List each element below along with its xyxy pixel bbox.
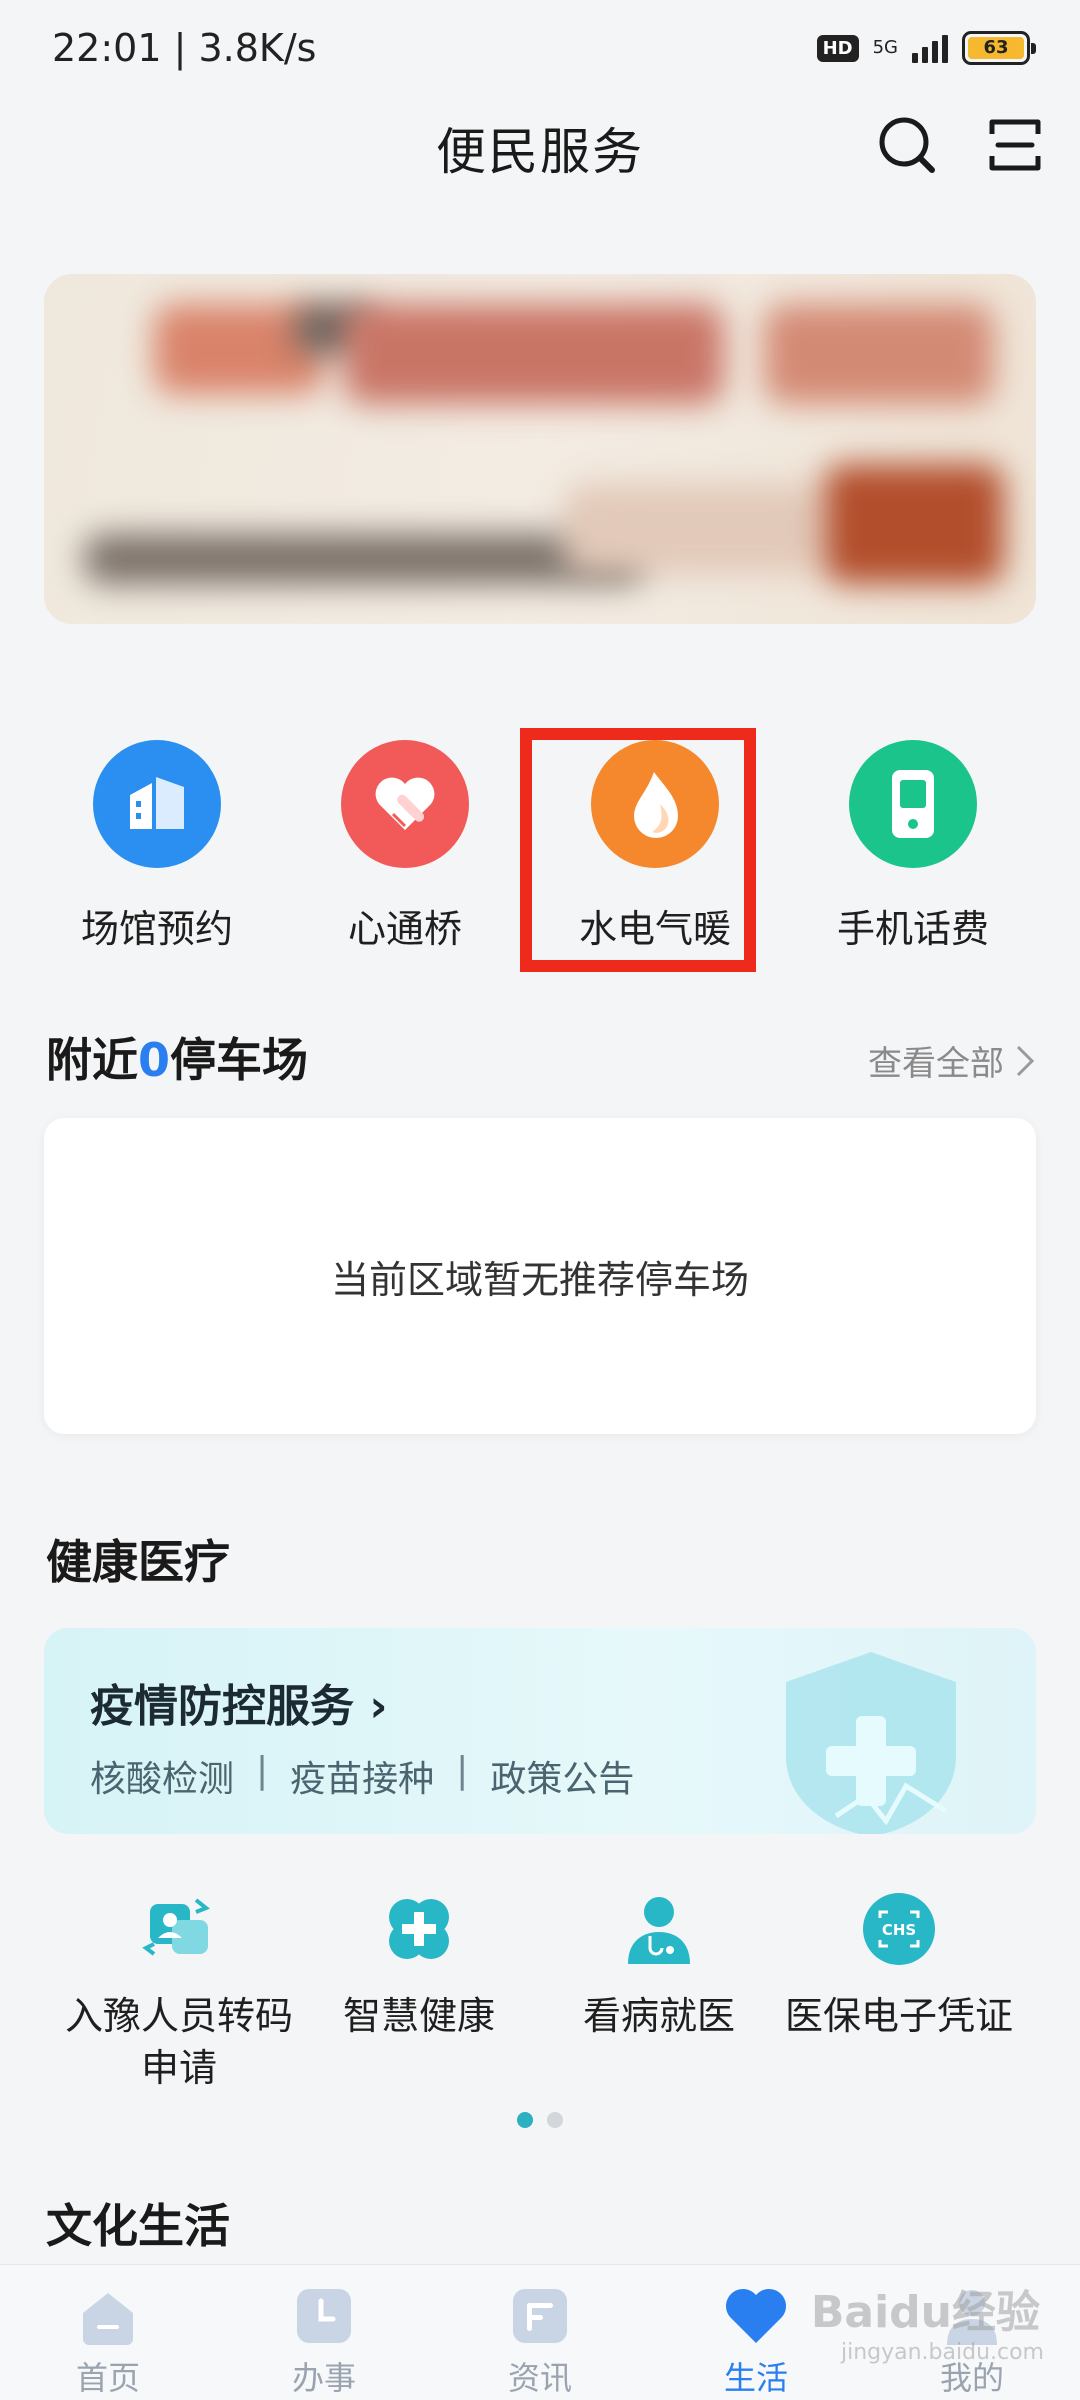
chs-icon: CHS	[860, 1890, 938, 1968]
scan-icon	[989, 119, 1041, 171]
service-venue-booking[interactable]: 场馆预约	[32, 730, 282, 960]
page-dot-active	[517, 2112, 533, 2128]
health-item-smart-health[interactable]: 智慧健康	[294, 1890, 544, 2042]
network-type: 5G	[872, 37, 898, 58]
service-label: 心通桥	[347, 907, 462, 951]
see-all-label: 查看全部	[868, 1044, 1004, 1084]
epidemic-title-text: 疫情防控服务	[90, 1681, 354, 1732]
parking-empty-text: 当前区域暂无推荐停车场	[330, 1257, 749, 1302]
search-icon	[879, 117, 935, 173]
link-vaccination[interactable]: 疫苗接种	[290, 1750, 434, 1802]
home-icon	[83, 2293, 133, 2345]
doctor-icon	[620, 1890, 698, 1968]
status-divider: |	[173, 26, 199, 70]
tab-label: 办事	[291, 2359, 356, 2397]
network-indicator: 5G	[873, 39, 898, 57]
search-button[interactable]	[872, 110, 942, 180]
health-section-title: 健康医疗	[46, 1535, 230, 1589]
parking-card: 当前区域暂无推荐停车场	[44, 1118, 1036, 1434]
banner-image-part	[84, 534, 644, 584]
chevron-right-icon	[1016, 1045, 1035, 1076]
health-services-grid: 入豫人员转码 申请 智慧健康 看病就医 CHS 医保电子凭证	[0, 1890, 1080, 2130]
parking-suffix: 停车场	[170, 1033, 309, 1087]
tab-news[interactable]: 资讯	[432, 2265, 648, 2400]
banner-image-part	[764, 304, 994, 404]
phone-icon	[849, 740, 977, 868]
signal-icon	[912, 33, 948, 63]
parking-count: 0	[138, 1033, 171, 1087]
news-icon	[513, 2289, 567, 2343]
service-label: 场馆预约	[80, 907, 233, 951]
health-item-label: 看病就医	[582, 1994, 735, 2038]
svg-text:CHS: CHS	[882, 1921, 916, 1939]
link-separator: |	[256, 1750, 269, 1791]
parking-prefix: 附近	[46, 1033, 138, 1087]
epidemic-card-title: 疫情防控服务 ›	[90, 1670, 387, 1734]
heart-bandage-icon	[341, 740, 469, 868]
health-item-label: 智慧健康	[342, 1994, 495, 2038]
health-item-label: 入豫人员转码 申请	[54, 1990, 304, 2094]
watermark-sub: jingyan.baidu.com	[840, 2340, 1044, 2365]
health-item-label-line1: 入豫人员转码	[64, 1994, 293, 2038]
heart-icon	[725, 2288, 787, 2343]
service-label: 手机话费	[836, 907, 989, 951]
health-item-label-line2: 申请	[140, 2046, 217, 2090]
building-icon	[93, 740, 221, 868]
page-indicator	[0, 2112, 1080, 2128]
service-heart-bridge[interactable]: 心通桥	[280, 730, 530, 960]
tab-label: 首页	[75, 2359, 140, 2397]
see-all-link[interactable]: 查看全部	[868, 1036, 1036, 1085]
banner-image-part	[564, 484, 824, 574]
link-policy[interactable]: 政策公告	[490, 1750, 634, 1802]
service-phone-bill[interactable]: 手机话费	[788, 730, 1038, 960]
epidemic-card[interactable]: 疫情防控服务 › 核酸检测 | 疫苗接种 | 政策公告	[44, 1628, 1036, 1834]
parking-section-title: 附近0停车场	[46, 1024, 308, 1090]
highlight-box	[520, 728, 756, 972]
link-separator: |	[456, 1750, 469, 1791]
health-item-see-doctor[interactable]: 看病就医	[534, 1890, 784, 2042]
banner-image-part	[824, 464, 1004, 584]
shield-icon	[786, 1652, 956, 1834]
link-nucleic-test[interactable]: 核酸检测	[90, 1750, 234, 1802]
tab-home[interactable]: 首页	[0, 2265, 216, 2400]
hd-badge: HD	[816, 34, 859, 62]
battery-level: 63	[968, 37, 1024, 59]
clock-icon	[297, 2289, 351, 2343]
status-right: HD 5G 63	[816, 31, 1036, 65]
status-left: 22:01 | 3.8K/s	[52, 26, 316, 70]
page-dot	[547, 2112, 563, 2128]
health-item-insurance-voucher[interactable]: CHS 医保电子凭证	[774, 1890, 1024, 2042]
tab-label: 生活	[723, 2359, 788, 2397]
tab-services[interactable]: 办事	[216, 2265, 432, 2400]
status-time: 22:01	[52, 26, 162, 70]
health-item-transfer-code[interactable]: 入豫人员转码 申请	[54, 1890, 304, 2094]
promo-banner[interactable]	[44, 274, 1036, 624]
culture-section-title: 文化生活	[46, 2199, 230, 2253]
title-bar: 便民服务	[0, 96, 1080, 226]
health-item-label: 医保电子凭证	[784, 1994, 1013, 2038]
epidemic-links: 核酸检测 | 疫苗接种 | 政策公告	[90, 1750, 634, 1802]
watermark: Baidu经验	[810, 2287, 1040, 2338]
medical-cross-icon	[380, 1890, 458, 1968]
status-bar: 22:01 | 3.8K/s HD 5G 63	[0, 0, 1080, 96]
transfer-code-icon	[140, 1890, 218, 1968]
network-speed: 3.8K/s	[198, 26, 317, 70]
chevron-right-icon: ›	[369, 1681, 388, 1732]
tab-label: 资讯	[507, 2359, 572, 2397]
scan-button[interactable]	[980, 110, 1050, 180]
banner-image-part	[344, 304, 724, 404]
battery-icon: 63	[962, 31, 1036, 65]
